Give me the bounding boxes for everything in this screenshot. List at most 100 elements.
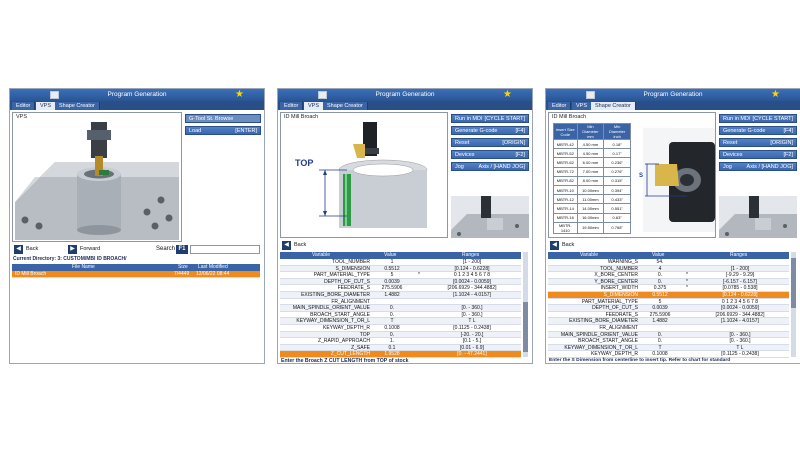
chart-cell: 0.276" [603,166,631,177]
tab-editor[interactable]: Editor [12,102,36,110]
variable-range: [0.124 - 0.6228] [722,292,758,298]
variable-range: [0. - 360.] [729,331,751,338]
variable-row[interactable]: WARNING_S 54. [548,259,789,266]
devices-button[interactable]: Devices [F2] [719,150,797,159]
button-label: Devices [455,152,475,158]
tab-vps[interactable]: VPS [572,102,593,110]
variable-range: [1.1024 - 4.0157] [721,318,759,325]
back-button[interactable]: ◀ Back [282,241,306,250]
variable-row[interactable]: Z_SAFE 0.1 [0.01 - 6.9] [280,344,521,352]
button-label: Reset [723,140,738,146]
search-input[interactable] [190,245,260,254]
variable-range: [0. - 360.] [729,338,751,345]
tab-shape-creator[interactable]: Shape Creator [323,102,368,110]
variable-row[interactable]: KEYWAY_DEPTH_R 0.1008 [0.1125 - 0.2438] [548,351,789,358]
button-label: Load [189,128,202,134]
generate-gcode-button[interactable]: Generate G-code [F4] [719,126,797,135]
generate-gcode-button[interactable]: Generate G-code [F4] [451,126,529,135]
variable-row[interactable]: PART_MATERIAL_TYPE 5 * 0 1 2 3 4 5 6 7 8 [280,272,521,279]
jog-button[interactable]: Jog Axis / [HAND JOG] [451,162,529,171]
variable-row[interactable]: DEPTH_OF_CUT_S 0.0039 [0.0024 - 0.0059] [548,305,789,312]
variable-row[interactable]: Z_RAPID_APPROACH 1. [0.1 - 5.] [280,338,521,345]
variable-row[interactable]: FR_ALIGNMENT [548,325,789,332]
variable-row[interactable]: TOP 0. [-20. - 20.] [280,331,521,339]
file-row[interactable]: ID Mill Broach 7/4449 12/06/22 08:44 [12,271,260,279]
column-ranges: Ranges [462,252,480,258]
tab-editor[interactable]: Editor [548,102,572,110]
variable-row[interactable]: TOOL_NUMBER 4 [1 - 200] [548,265,789,273]
forward-button[interactable]: ▶ Forward [68,245,100,254]
variable-row[interactable]: TOOL_NUMBER 1 [1 - 200] [280,259,521,266]
variable-mark: * [686,285,688,292]
chart-row: MBTR-16 16.00mm 0.63" [553,212,631,223]
chart-row: MBTR-72 7.00 mm 0.276" [553,166,631,177]
variable-name: PART_MATERIAL_TYPE [313,272,370,279]
chart-cell: MBTR-72 [553,166,578,177]
variable-row[interactable]: DEPTH_OF_CUT_S 0.0039 [0.0024 - 0.0059] [280,278,521,286]
search-key-button[interactable]: F1 [176,245,188,254]
variable-row[interactable]: INSERT_WIDTH 0.375 * [0.0785 - 0.538] [548,285,789,292]
variable-range: [-9.29 - 9.29] [725,272,755,279]
variable-row[interactable]: S_DIMENSION 0.5512 [0.124 - 0.6228] [548,292,789,299]
load-button[interactable]: Load [ENTER] [185,126,261,135]
variable-row[interactable]: X_BORE_CENTER 0. * [-9.29 - 9.29] [548,272,789,279]
variable-row[interactable]: MAIN_SPINDLE_ORIENT_VALUE 0. [0. - 360.] [548,331,789,339]
button-label: Jog [723,164,732,170]
variable-value: 1.9528 [384,351,400,358]
back-label: Back [294,242,307,248]
devices-button[interactable]: Devices [F2] [451,150,529,159]
variable-row[interactable]: BROACH_START_ANGLE 0. [0. - 360.] [548,338,789,345]
table-scrollbar[interactable] [523,252,528,357]
scrollbar-thumb[interactable] [523,302,528,352]
tab-shape-creator[interactable]: Shape Creator [591,102,636,110]
tab-vps[interactable]: VPS [304,102,325,110]
variable-value: 0. [657,272,663,279]
tool-browse-button[interactable]: G-Tool St. Browse [185,114,261,123]
variable-range: T L [468,318,476,325]
run-in-mdi-button[interactable]: Run in MDI [CYCLE START] [719,114,797,123]
back-button[interactable]: ◀ Back [550,241,574,250]
variable-row[interactable]: KEYWAY_DIMENSION_T_OR_L T T L [548,344,789,352]
variable-name: DEPTH_OF_CUT_S [324,278,370,285]
variable-name: INSERT_WIDTH [600,285,638,292]
favorite-star-icon[interactable]: ★ [503,89,512,101]
variable-name: KEYWAY_DEPTH_R [591,351,638,358]
tab-vps[interactable]: VPS [36,102,57,110]
variable-name: Z_RAPID_APPROACH [318,338,370,345]
button-key: [ORIGIN] [770,140,793,146]
variable-row[interactable]: FR_ALIGNMENT [280,299,521,306]
favorite-star-icon[interactable]: ★ [235,89,244,101]
variable-row[interactable]: EXISTING_BORE_DIAMETER 1.4882 [1.1024 - 4.… [548,318,789,325]
variable-row[interactable]: S_DIMENSION 0.5512 [0.124 - 0.6228] [280,265,521,273]
variable-value: 0. [657,338,663,345]
variable-value: 0.0039 [652,305,668,312]
variable-row[interactable]: Y_BORE_CENTER 0. * [-6.157 - 6.157] [548,278,789,286]
variable-row[interactable]: KEYWAY_DIMENSION_T_OR_L T T L [280,318,521,325]
variable-row[interactable]: KEYWAY_DEPTH_R 0.1008 [0.1125 - 0.2438] [280,325,521,332]
variable-row[interactable]: Z_CUT_LENGTH 1.9528 [0. - 47.2441] [280,351,521,358]
table-scrollbar[interactable] [791,252,796,357]
variable-row[interactable]: MAIN_SPINDLE_ORIENT_VALUE 0. [0. - 360.] [280,305,521,312]
window-title: Program Generation [107,91,167,98]
variable-value: 1. [389,338,395,345]
variable-row[interactable]: FEEDRATE_S 275.5906 [206.6929 - 344.4882] [548,312,789,319]
jog-button[interactable]: Jog Axis / [HAND JOG] [719,162,797,171]
variable-row[interactable]: PART_MATERIAL_TYPE 5 0 1 2 3 4 5 6 7 8 [548,299,789,306]
button-label: Run in MDI [723,116,751,122]
reset-button[interactable]: Reset [ORIGIN] [451,138,529,147]
variable-range: [-20. - 20.] [460,331,484,338]
variable-value: 0. [657,278,663,285]
scrollbar-thumb[interactable] [791,258,796,308]
back-button[interactable]: ◀ Back [14,245,38,254]
tab-shape-creator[interactable]: Shape Creator [55,102,100,110]
run-in-mdi-button[interactable]: Run in MDI [CYCLE START] [451,114,529,123]
tab-editor[interactable]: Editor [280,102,304,110]
favorite-star-icon[interactable]: ★ [771,89,780,101]
variable-row[interactable]: EXISTING_BORE_DIAMETER 1.4882 [1.1024 - 4.… [280,292,521,299]
variable-row[interactable]: FEEDRATE_S 275.5906 [206.6929 - 344.4882] [280,285,521,292]
variable-row[interactable]: BROACH_START_ANGLE 0. [0. - 360.] [280,312,521,319]
variable-mark: * [418,272,420,279]
reset-button[interactable]: Reset [ORIGIN] [719,138,797,147]
forward-label: Forward [80,246,101,252]
column-ranges: Ranges [730,252,748,258]
